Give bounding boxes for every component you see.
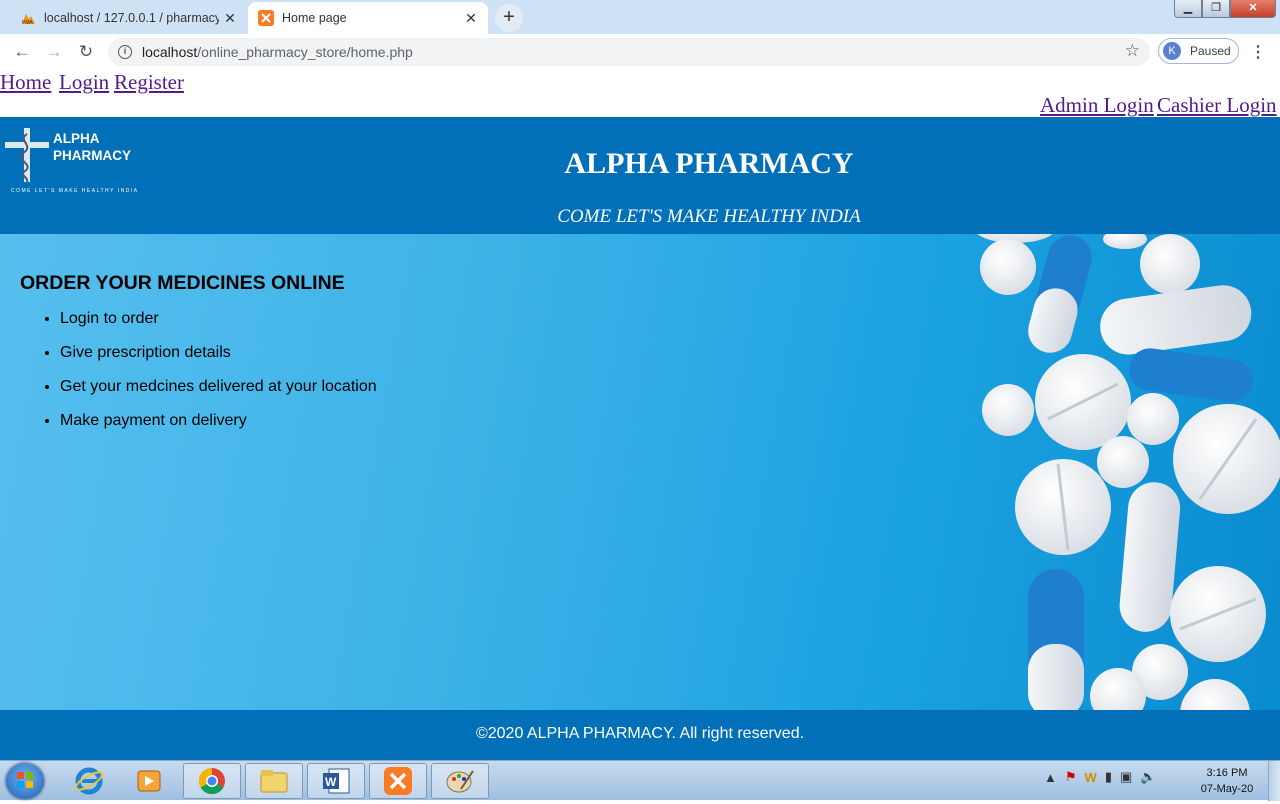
new-tab-button[interactable]: + xyxy=(495,4,523,32)
order-steps-list: Login to order Give prescription details… xyxy=(20,310,377,446)
tab-close-icon[interactable]: ✕ xyxy=(219,10,241,27)
media-player-icon[interactable] xyxy=(120,763,178,799)
xampp-icon xyxy=(258,10,274,26)
tab-phpmyadmin[interactable]: PMA localhost / 127.0.0.1 / pharmacy / ✕ xyxy=(10,2,247,34)
site-title: ALPHA PHARMACY xyxy=(564,147,854,180)
forward-icon[interactable]: → xyxy=(44,42,64,62)
network-icon[interactable]: ▮ xyxy=(1105,769,1112,785)
logo-line-1: ALPHA xyxy=(53,131,100,146)
volume-icon[interactable]: 🔈 xyxy=(1140,769,1156,785)
tab-title: localhost / 127.0.0.1 / pharmacy / xyxy=(44,11,219,25)
site-footer: ©2020 ALPHA PHARMACY. All right reserved… xyxy=(0,710,1280,760)
device-icon[interactable]: ▣ xyxy=(1120,769,1132,785)
word-tray-icon[interactable]: W xyxy=(1085,770,1097,785)
system-tray: ▲ ⚑ W ▮ ▣ 🔈 xyxy=(1044,769,1156,785)
list-item: Make payment on delivery xyxy=(60,412,377,446)
show-hidden-icons-icon[interactable]: ▲ xyxy=(1044,770,1057,785)
browser-menu-icon[interactable]: ⋮ xyxy=(1250,42,1266,62)
logo-tagline: COME LET'S MAKE HEALTHY INDIA xyxy=(11,188,139,194)
hero-heading: ORDER YOUR MEDICINES ONLINE xyxy=(20,272,345,294)
cashier-login-link[interactable]: Cashier Login xyxy=(1157,93,1277,118)
nav-register-link[interactable]: Register xyxy=(114,70,184,95)
site-info-icon[interactable]: i xyxy=(118,45,132,59)
action-center-flag-icon[interactable]: ⚑ xyxy=(1065,769,1077,785)
clock-time: 3:16 PM xyxy=(1206,767,1248,779)
phpmyadmin-icon: PMA xyxy=(20,10,36,26)
svg-text:W: W xyxy=(325,775,337,789)
windows-logo-icon xyxy=(17,772,33,788)
nav-home-link[interactable]: Home xyxy=(0,70,51,95)
tab-close-icon[interactable]: ✕ xyxy=(460,10,482,27)
avatar: K xyxy=(1163,42,1181,60)
browser-tab-strip: PMA localhost / 127.0.0.1 / pharmacy / ✕… xyxy=(0,0,1280,34)
word-icon[interactable]: W xyxy=(307,763,365,799)
file-explorer-icon[interactable] xyxy=(245,763,303,799)
list-item: Give prescription details xyxy=(60,344,377,378)
show-desktop-button[interactable] xyxy=(1268,761,1280,801)
close-window-button[interactable]: ✕ xyxy=(1230,0,1276,18)
chrome-icon[interactable] xyxy=(183,763,241,799)
svg-text:PMA: PMA xyxy=(22,20,34,25)
url-host: localhost xyxy=(142,44,198,60)
clock[interactable]: 3:16 PM 07-May-20 xyxy=(1190,765,1264,797)
hero-banner: ORDER YOUR MEDICINES ONLINE Login to ord… xyxy=(0,234,1280,710)
start-button[interactable] xyxy=(6,763,44,799)
list-item: Get your medcines delivered at your loca… xyxy=(60,378,377,412)
tab-home-page[interactable]: Home page ✕ xyxy=(248,2,488,34)
browser-toolbar: ← → ↻ i localhost/online_pharmacy_store/… xyxy=(0,34,1280,71)
profile-status: Paused xyxy=(1190,44,1231,58)
web-page: Home Login Register Admin Login Cashier … xyxy=(0,70,1280,760)
list-item: Login to order xyxy=(60,310,377,344)
admin-login-link[interactable]: Admin Login xyxy=(1040,93,1154,118)
site-header: ALPHA PHARMACY COME LET'S MAKE HEALTHY I… xyxy=(0,117,1280,234)
clock-date: 07-May-20 xyxy=(1200,783,1254,795)
pills-image xyxy=(977,234,1280,710)
address-bar[interactable]: i localhost/online_pharmacy_store/home.p… xyxy=(108,38,1150,66)
site-tagline: COME LET'S MAKE HEALTHY INDIA xyxy=(557,206,861,227)
paint-icon[interactable] xyxy=(431,763,489,799)
taskbar: W ▲ ⚑ W ▮ ▣ 🔈 3:16 PM 07-May-20 xyxy=(0,760,1280,801)
url-path: /online_pharmacy_store/home.php xyxy=(197,44,413,60)
minimize-window-button[interactable]: ▁ xyxy=(1174,0,1202,18)
xampp-taskbar-icon[interactable] xyxy=(369,763,427,799)
nav-login-link[interactable]: Login xyxy=(59,70,109,95)
bookmark-star-icon[interactable]: ☆ xyxy=(1125,41,1140,61)
maximize-window-button[interactable]: ❐ xyxy=(1202,0,1230,18)
back-icon[interactable]: ← xyxy=(12,42,32,62)
url-text: localhost/online_pharmacy_store/home.php xyxy=(142,44,413,60)
profile-button[interactable]: K Paused xyxy=(1158,38,1239,64)
tab-title: Home page xyxy=(282,11,347,25)
reload-icon[interactable]: ↻ xyxy=(76,42,96,62)
internet-explorer-icon[interactable] xyxy=(60,763,118,799)
